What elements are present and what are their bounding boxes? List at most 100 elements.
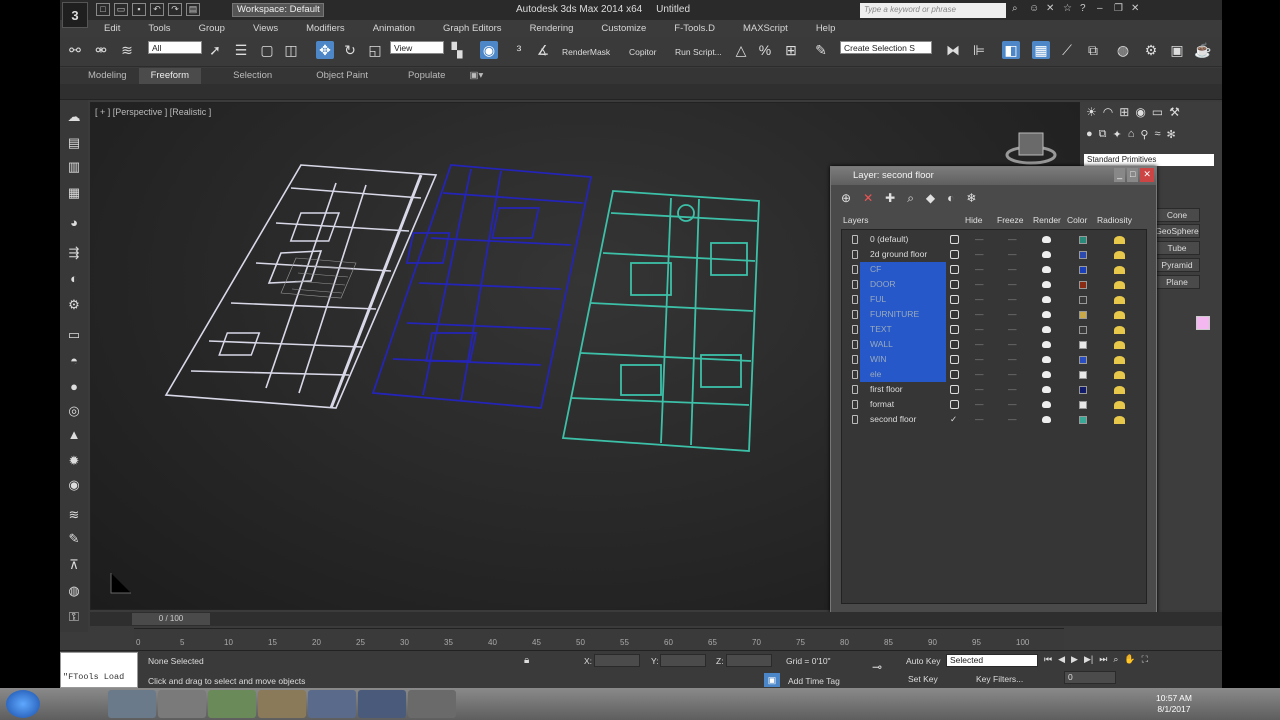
cone-icon[interactable]: ▲	[65, 426, 83, 444]
motion-tab-icon[interactable]: ◉	[1135, 105, 1145, 119]
menu-rendering[interactable]: Rendering	[516, 23, 588, 34]
user-icon[interactable]: ☺	[1029, 3, 1040, 15]
hide-toggle[interactable]	[950, 370, 959, 379]
star-icon[interactable]: ☆	[1063, 3, 1074, 15]
col-layers[interactable]: Layers	[841, 213, 965, 227]
layer-row[interactable]: WIN — —	[842, 352, 1148, 367]
run-script-button[interactable]: Run Script...	[675, 47, 722, 57]
shapes-icon[interactable]: ⧉	[1099, 128, 1107, 141]
pan-icon[interactable]: ✋	[1124, 654, 1135, 665]
menu-maxscript[interactable]: MAXScript	[729, 23, 802, 34]
col-hide[interactable]: Hide	[965, 213, 997, 227]
select-objects-icon[interactable]: ⌕	[907, 191, 914, 206]
layer-name[interactable]: second floor	[860, 412, 946, 427]
layer-color-swatch[interactable]	[1079, 266, 1087, 274]
mirror-icon[interactable]: ⧓	[944, 41, 962, 59]
grid-icon[interactable]: ▦	[65, 184, 83, 202]
selection-filter-dropdown[interactable]: All	[148, 41, 202, 54]
layer-color-swatch[interactable]	[1079, 311, 1087, 319]
create-tab-icon[interactable]: ☀	[1086, 105, 1097, 119]
layer-row[interactable]: 2d ground floor — —	[842, 247, 1148, 262]
triangle-tool-icon[interactable]: △	[732, 41, 750, 59]
layer-row[interactable]: 0 (default) — —	[842, 232, 1148, 247]
freeze-toggle[interactable]: —	[975, 322, 984, 337]
layer-name[interactable]: 2d ground floor	[860, 247, 946, 262]
layer-color-swatch[interactable]	[1079, 386, 1087, 394]
layer-color-swatch[interactable]	[1079, 401, 1087, 409]
angle-snap-icon[interactable]: ∡	[534, 41, 552, 59]
hierarchy-icon[interactable]: ⊼	[65, 556, 83, 574]
pivot-center-icon[interactable]: ▚	[448, 41, 466, 59]
radiosity-icon[interactable]	[1114, 311, 1125, 319]
dome-icon[interactable]: ◓	[65, 352, 83, 370]
radiosity-icon[interactable]	[1114, 326, 1125, 334]
display-tab-icon[interactable]: ▭	[1152, 105, 1163, 119]
layer-color-swatch[interactable]	[1079, 251, 1087, 259]
curve-editor-icon[interactable]: ⟋	[1058, 41, 1076, 59]
tube-button[interactable]: Tube	[1154, 241, 1200, 255]
tab-freeform[interactable]: Freeform	[138, 68, 202, 84]
close-icon[interactable]: ✕	[1140, 168, 1154, 182]
hide-toggle[interactable]	[950, 235, 959, 244]
geometry-icon[interactable]: ●	[1086, 128, 1093, 141]
reference-coord-dropdown[interactable]: View	[390, 41, 444, 54]
layer-row[interactable]: first floor — —	[842, 382, 1148, 397]
layer-color-swatch[interactable]	[1079, 236, 1087, 244]
close-icon[interactable]: ✕	[1131, 3, 1142, 15]
wave-icon[interactable]: ≋	[65, 506, 83, 524]
project-folder-icon[interactable]: ▤	[186, 3, 200, 16]
layer-name[interactable]: WALL	[860, 337, 946, 352]
arrow-icon[interactable]: ⇶	[65, 244, 83, 262]
new-layer-icon[interactable]: ⊕	[841, 191, 851, 206]
set-key-button[interactable]: Set Key	[908, 674, 938, 684]
go-start-icon[interactable]: ⏮	[1044, 654, 1052, 665]
next-frame-icon[interactable]: ▶|	[1084, 654, 1093, 665]
copitor-button[interactable]: Copitor	[629, 47, 656, 57]
cone-button[interactable]: Cone	[1154, 208, 1200, 222]
layer-color-swatch[interactable]	[1079, 416, 1087, 424]
hide-toggle[interactable]	[950, 340, 959, 349]
percent-snap-icon[interactable]: %	[756, 41, 774, 59]
geosphere-button[interactable]: GeoSphere	[1154, 224, 1200, 238]
maxscript-listener[interactable]: "FTools Load	[60, 652, 138, 688]
render-teapot-icon[interactable]: ☕	[1194, 41, 1212, 59]
window-taskbar-icon[interactable]	[408, 690, 456, 718]
align-icon[interactable]: ⊫	[970, 41, 988, 59]
sun-icon[interactable]: ✹	[65, 452, 83, 470]
freeze-toggle[interactable]: —	[975, 382, 984, 397]
system-clock[interactable]: 10:57 AM 8/1/2017	[1156, 693, 1192, 715]
freeze-toggle[interactable]: —	[975, 292, 984, 307]
freeze-toggle[interactable]: —	[975, 232, 984, 247]
auto-key-button[interactable]: Auto Key	[906, 656, 941, 666]
hide-toggle[interactable]	[950, 355, 959, 364]
help-search-input[interactable]: Type a keyword or phrase	[860, 3, 1006, 18]
freeze-toggle[interactable]: —	[975, 352, 984, 367]
edit-named-sel-icon[interactable]: ✎	[812, 41, 830, 59]
current-layer-check-icon[interactable]: ✓	[950, 412, 959, 424]
window-crossing-icon[interactable]: ◫	[282, 41, 300, 59]
tab-populate[interactable]: Populate	[396, 68, 458, 84]
add-selected-icon[interactable]: ✚	[885, 191, 895, 206]
hide-all-icon[interactable]: ◐	[947, 191, 954, 206]
layer-row[interactable]: CF — —	[842, 262, 1148, 277]
maximize-icon[interactable]: □	[1127, 168, 1139, 182]
gear-icon[interactable]: ⚙	[65, 296, 83, 314]
utilities-tab-icon[interactable]: ⚒	[1169, 105, 1180, 119]
menu-help[interactable]: Help	[802, 23, 850, 34]
unlink-icon[interactable]: ⚮	[92, 41, 110, 59]
current-frame-field[interactable]: 0	[1064, 671, 1116, 684]
workspace-dropdown[interactable]: Workspace: Default	[232, 3, 324, 17]
box-icon[interactable]: ▭	[65, 326, 83, 344]
exchange-icon[interactable]: ✕	[1046, 3, 1057, 15]
teapot-render-icon[interactable]	[1042, 281, 1051, 288]
redo-icon[interactable]: ↷	[168, 3, 182, 16]
freeze-toggle[interactable]: —	[975, 412, 984, 427]
table-icon[interactable]: ▥	[65, 158, 83, 176]
bind-spacewarp-icon[interactable]: ≋	[118, 41, 136, 59]
circle-icon[interactable]: ◉	[65, 476, 83, 494]
sphere-half-icon[interactable]: ◐	[65, 270, 83, 288]
radiosity-icon[interactable]	[1114, 236, 1125, 244]
hide-toggle[interactable]	[950, 250, 959, 259]
torus-icon[interactable]: ◎	[65, 402, 83, 420]
rendered-frame-icon[interactable]: ▣	[1168, 41, 1186, 59]
